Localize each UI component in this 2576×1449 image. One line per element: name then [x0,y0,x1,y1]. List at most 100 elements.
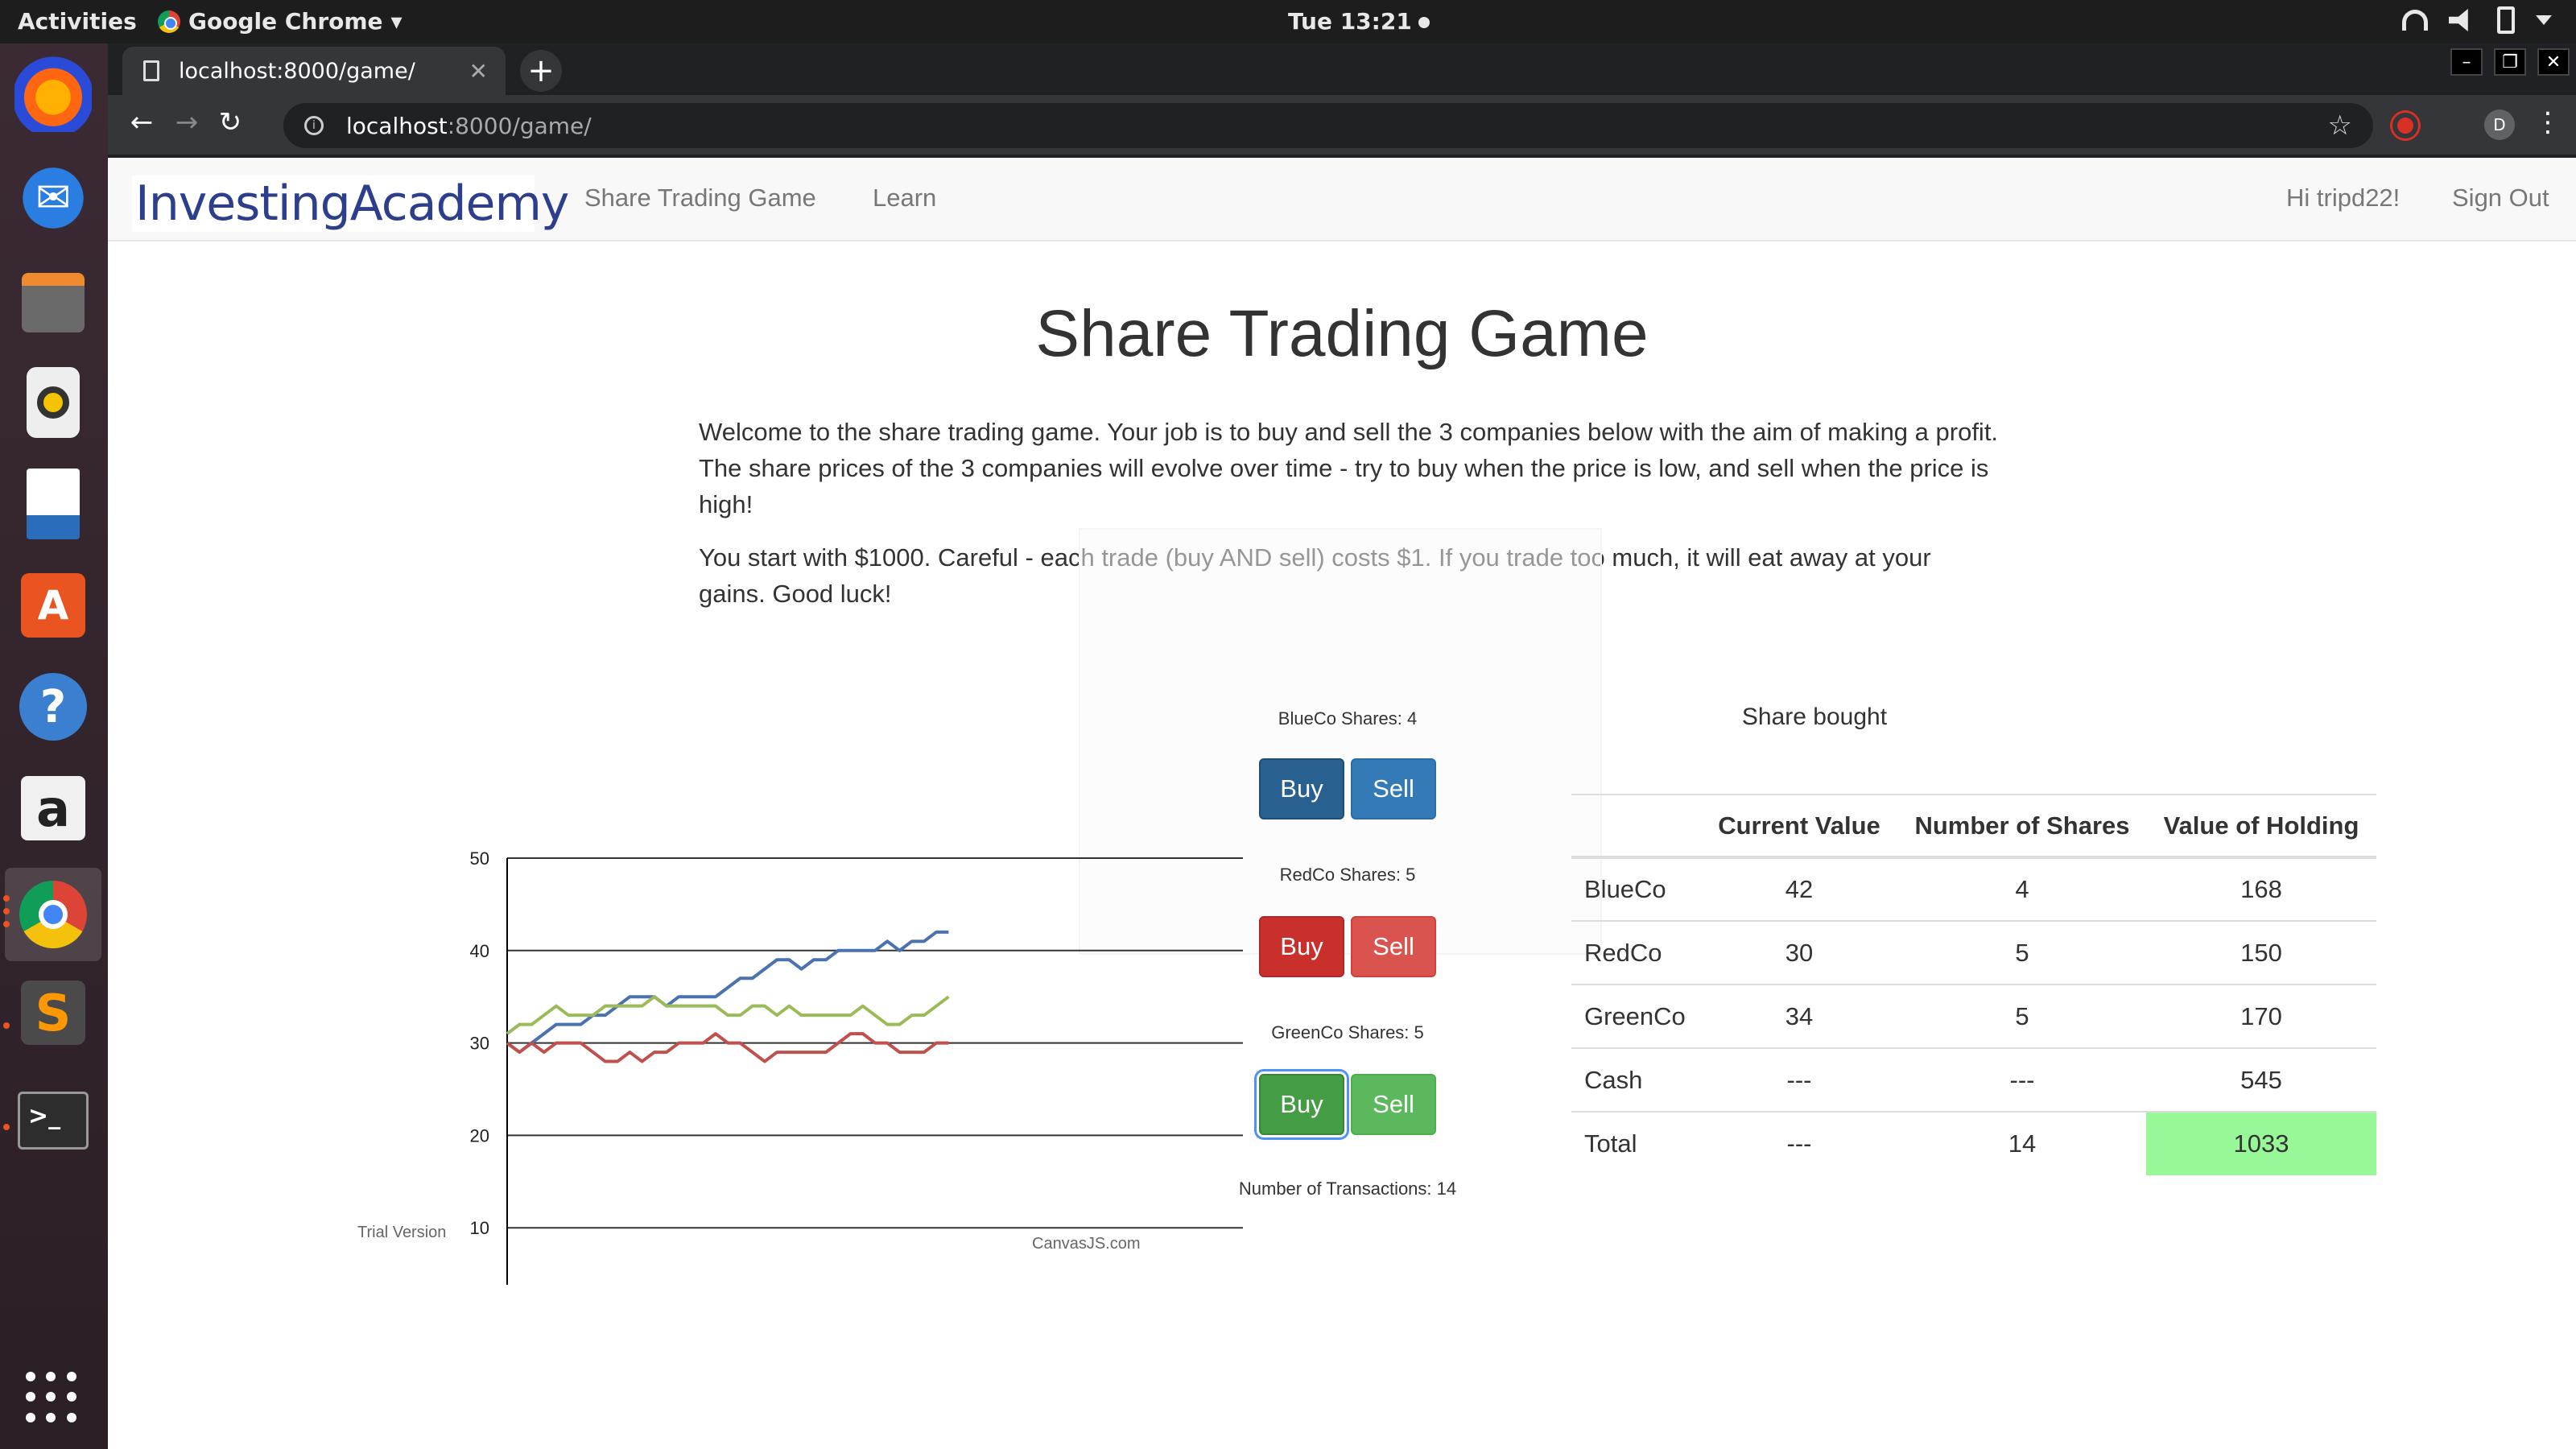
total-value-cell: 1033 [2146,1111,2376,1175]
running-indicator-icon [3,1124,10,1130]
y-tick-label: 20 [470,1125,489,1146]
dock: ✉ A ? a S >_ [0,43,108,1449]
blueco-shares-label: BlueCo Shares: 4 [1278,708,1418,729]
show-applications-icon[interactable] [26,1372,79,1425]
thunderbird-icon[interactable]: ✉ [14,159,92,237]
canvasjs-credit[interactable]: CanvasJS.com [1032,1235,1141,1253]
table-cell: 545 [2146,1047,2376,1112]
wifi-icon [2402,10,2428,31]
table-cell: 42 [1700,857,1898,921]
reload-icon[interactable]: ↻ [213,106,248,138]
bookmark-star-icon[interactable]: ☆ [2328,109,2352,142]
browser-tab[interactable]: localhost:8000/game/ ✕ [122,47,506,95]
rhythmbox-icon[interactable] [14,364,92,441]
table-cell: 4 [1898,857,2146,921]
new-tab-button[interactable]: + [520,50,562,92]
page-icon [143,60,159,81]
files-icon[interactable] [14,264,92,341]
running-indicator-icon [3,895,10,902]
table-cell: 34 [1700,984,1898,1048]
amazon-icon[interactable]: a [14,770,92,847]
chevron-down-icon [2536,15,2552,25]
profile-avatar[interactable]: D [2484,109,2515,140]
chrome-icon[interactable] [5,868,101,961]
chrome-icon [158,10,180,33]
table-cell: 150 [2146,920,2376,985]
nav-sign-out[interactable]: Sign Out [2452,184,2549,213]
table-row: RedCo 30 5 150 [1571,920,2376,985]
table-cell: 5 [1898,984,2146,1048]
clock[interactable]: Tue 13:21 [1288,8,1430,35]
info-icon[interactable]: i [304,116,324,135]
table-caption: Share bought [1741,704,1888,730]
nav-share-trading-game[interactable]: Share Trading Game [584,184,816,213]
table-cell: 5 [1898,920,2146,985]
tab-title: localhost:8000/game/ [179,58,415,84]
greenco-sell-button[interactable]: Sell [1351,1074,1436,1135]
table-header: Number of Shares [1898,794,2146,859]
table-row: GreenCo 34 5 170 [1571,984,2376,1048]
forward-icon[interactable]: → [169,106,204,138]
minimize-icon[interactable]: – [2450,48,2483,76]
clock-text: Tue 13:21 [1288,8,1412,35]
record-extension-icon[interactable] [2392,113,2418,138]
address-bar[interactable]: i localhost:8000/game/ ☆ [283,103,2373,148]
running-indicator-icon [3,908,10,914]
back-icon[interactable]: ← [124,106,159,138]
app-menu[interactable]: Google Chrome ▾ [158,8,402,35]
table-cell: 168 [2146,857,2376,921]
sublime-text-icon[interactable]: S [14,974,92,1051]
nav-greeting[interactable]: Hi tripd22! [2286,184,2400,213]
table-header [1571,794,1700,859]
site-navbar: InvestingAcademy Share Trading Game Lear… [108,158,2576,242]
redco-shares-label: RedCo Shares: 5 [1279,865,1416,885]
table-cell: --- [1700,1111,1898,1175]
redco-sell-button[interactable]: Sell [1351,916,1436,977]
browser-chrome: localhost:8000/game/ ✕ + – ❐ ✕ ← → ↻ i l… [108,43,2576,158]
writer-icon[interactable] [14,465,92,543]
software-center-icon[interactable]: A [14,567,92,644]
transactions-count: Number of Transactions: 14 [1238,1179,1457,1199]
blueco-sell-button[interactable]: Sell [1351,758,1436,819]
greenco-shares-label: GreenCo Shares: 5 [1271,1022,1424,1042]
redco-buy-button[interactable]: Buy [1259,916,1344,977]
share-price-chart: 010203040500102030405060BlueCoRedCoGreen… [470,848,1243,1285]
y-tick-label: 10 [470,1218,489,1238]
url-host: localhost [346,112,448,139]
nav-learn[interactable]: Learn [873,184,936,213]
more-menu-icon[interactable]: ⋮ [2534,106,2562,138]
trial-version-label: Trial Version [357,1224,447,1241]
table-header-row: Current Value Number of Shares Value of … [1571,794,2376,859]
series-line-redco [506,1032,949,1063]
y-tick-label: 50 [470,848,489,869]
table-cell: 170 [2146,984,2376,1048]
greenco-buy-button[interactable]: Buy [1259,1074,1344,1135]
activities-button[interactable]: Activities [18,8,137,35]
page-title: Share Trading Game [1035,297,1649,370]
system-top-bar: Activities Google Chrome ▾ Tue 13:21 [0,0,2576,43]
table-row: BlueCo 42 4 168 [1571,857,2376,921]
table-row-total: Total --- 14 1033 [1571,1111,2376,1175]
y-tick-label: 30 [470,1034,489,1054]
holdings-table: Current Value Number of Shares Value of … [1571,794,2376,1175]
brand-logo[interactable]: InvestingAcademy [132,175,569,232]
restore-icon[interactable]: ❐ [2494,48,2526,76]
notification-dot-icon [1418,17,1430,28]
close-window-icon[interactable]: ✕ [2537,48,2570,76]
y-tick-label: 40 [470,941,489,961]
help-icon[interactable]: ? [14,668,92,745]
table-cell: 30 [1700,920,1898,985]
browser-toolbar: ← → ↻ i localhost:8000/game/ ☆ D ⋮ [108,95,2576,155]
blueco-buy-button[interactable]: Buy [1259,758,1344,819]
table-cell: Total [1571,1111,1700,1175]
intro-paragraph: Welcome to the share trading game. Your … [699,418,1999,518]
system-tray[interactable] [2402,6,2552,34]
terminal-icon[interactable]: >_ [14,1082,92,1159]
close-icon[interactable]: ✕ [469,58,488,85]
firefox-icon[interactable] [14,55,92,132]
table-cell: BlueCo [1571,857,1700,921]
battery-icon [2497,6,2515,34]
running-indicator-icon [3,1022,10,1029]
running-indicator-icon [3,921,10,927]
table-cell: --- [1700,1047,1898,1112]
